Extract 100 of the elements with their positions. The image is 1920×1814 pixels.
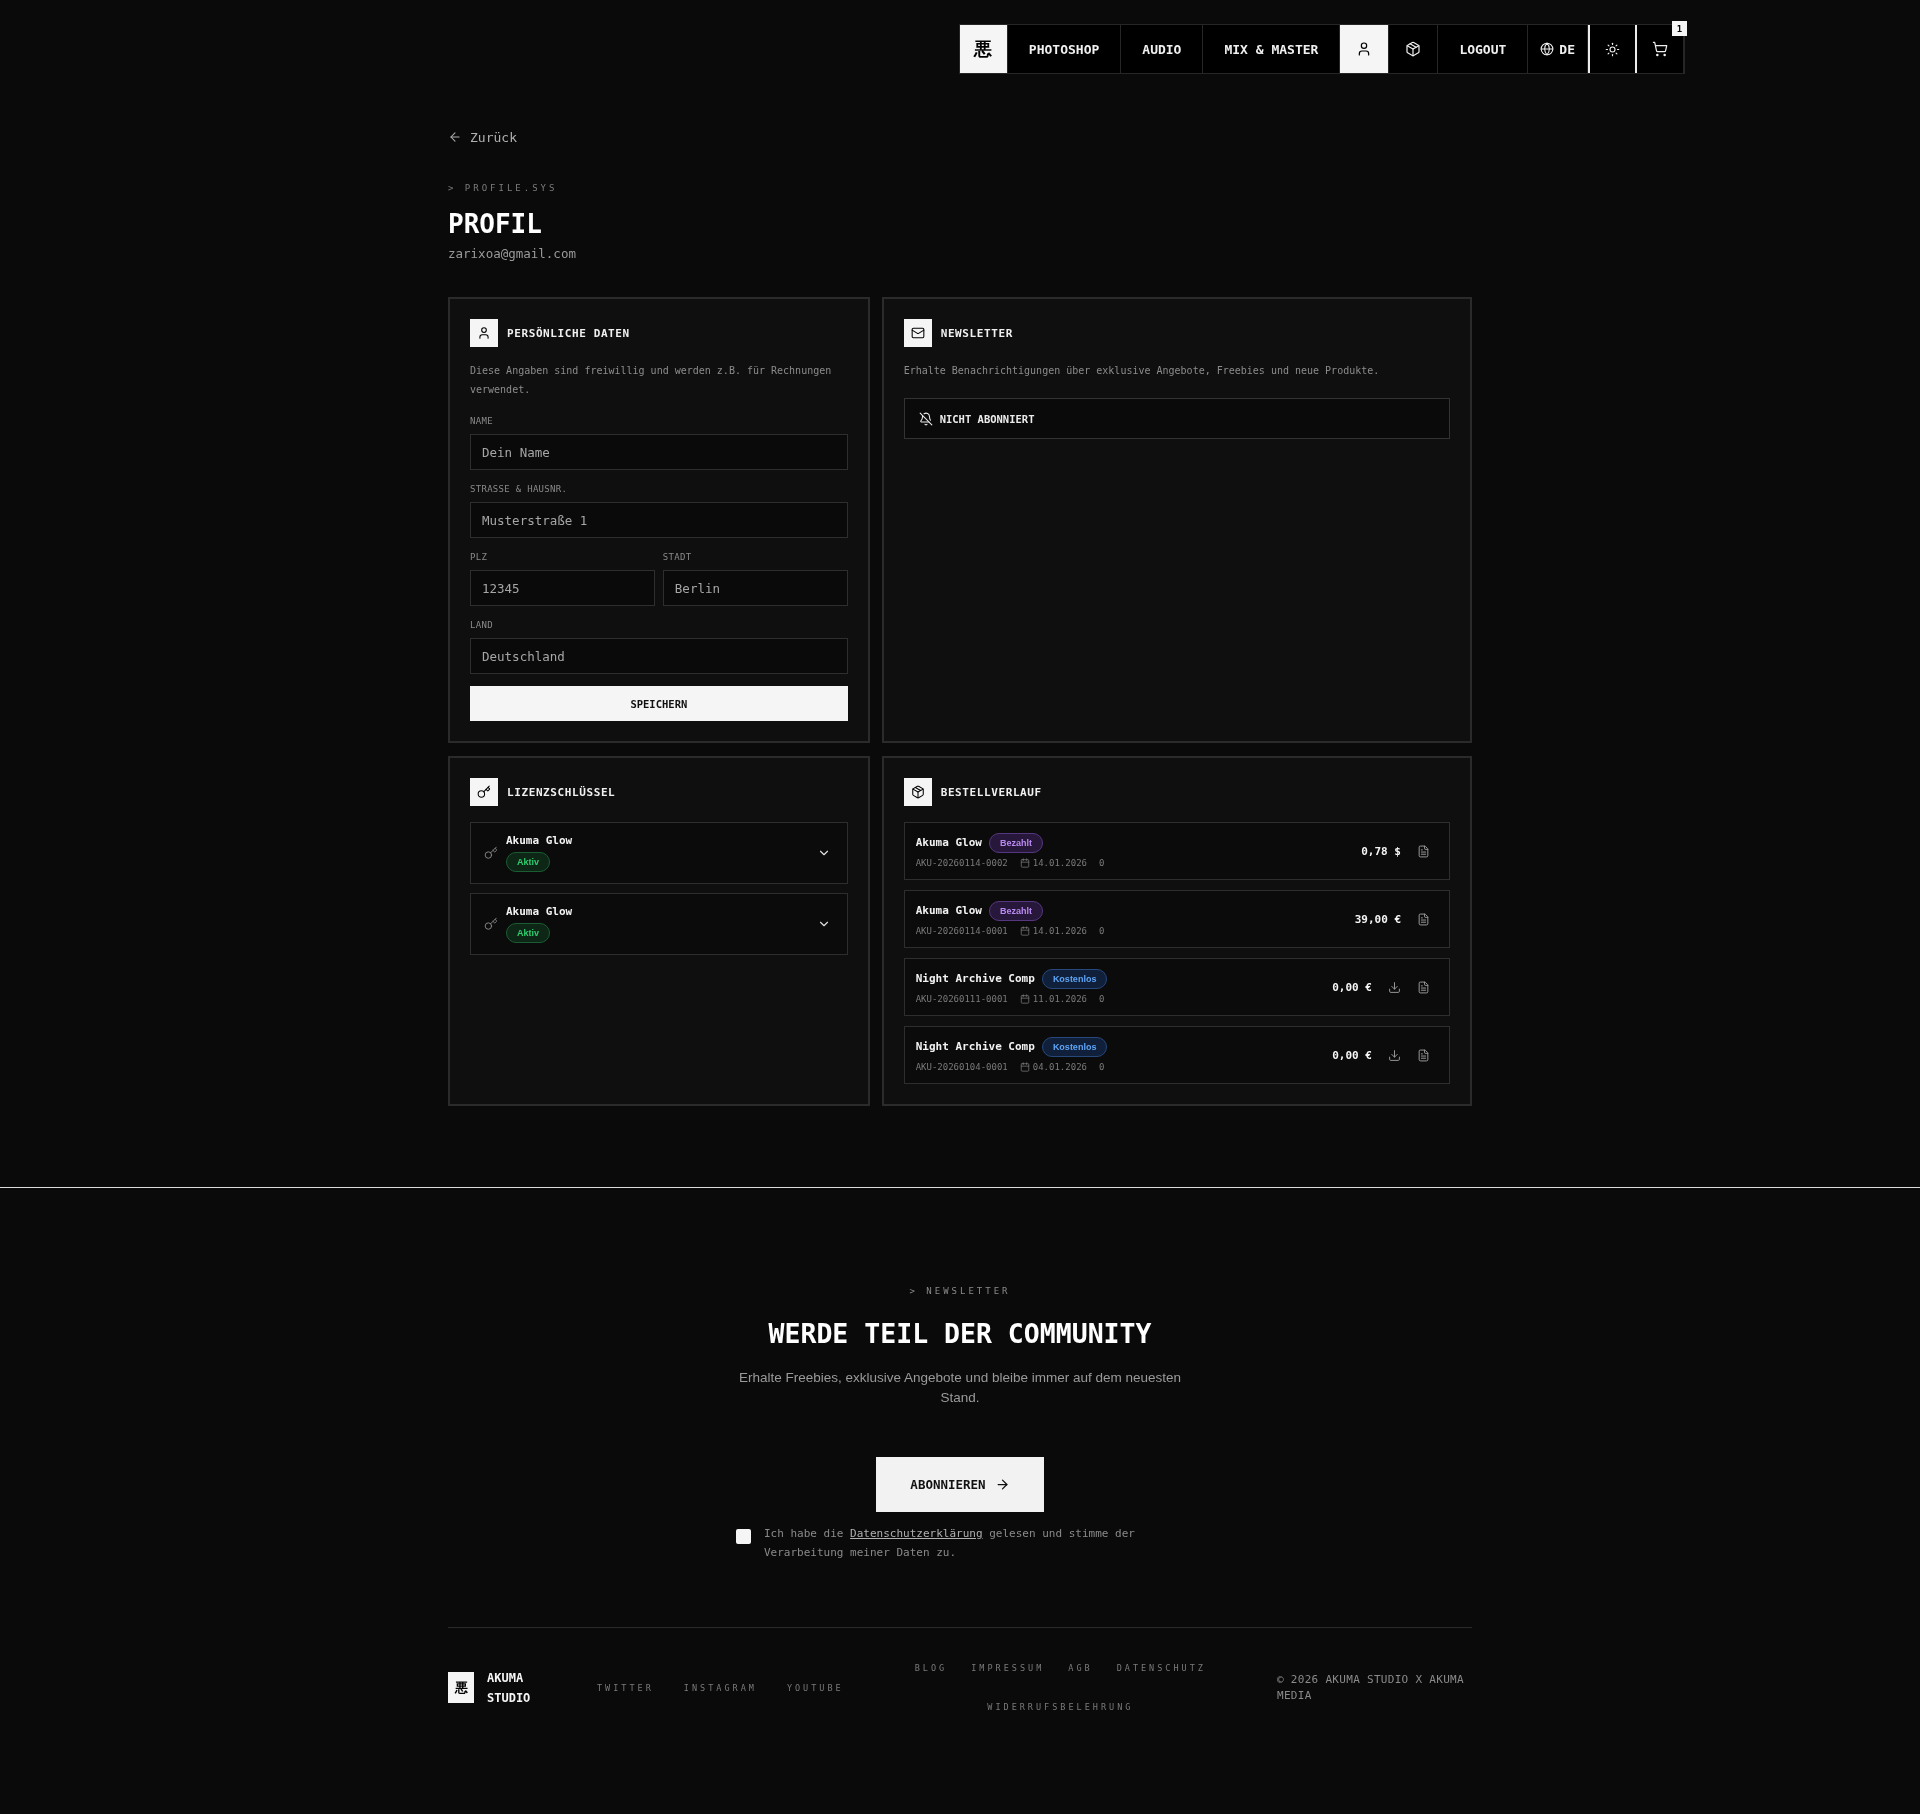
- document-icon[interactable]: [1417, 912, 1430, 926]
- nav-link[interactable]: PHOTOSHOP: [1007, 25, 1122, 73]
- legal-link[interactable]: DATENSCHUTZ: [1116, 1662, 1206, 1674]
- section-description: Erhalte Freebies, exklusive Angebote und bleibe immer auf dem neuesten Stand.: [738, 1369, 1182, 1407]
- order-price: 0,78 $: [1361, 844, 1401, 858]
- box-icon: [903, 778, 932, 806]
- text-input[interactable]: Musterstraße 1: [470, 502, 848, 538]
- card-description: Erhalte Benachrichtigungen über exklusive Angebote, Freebies und neue Produkte.: [903, 364, 1381, 378]
- legal-link[interactable]: BLOG: [914, 1662, 948, 1674]
- card-title: PERSÖNLICHE DATEN: [507, 326, 630, 340]
- product-name: Akuma Glow: [506, 905, 573, 919]
- status-badge: Bezahlt: [988, 901, 1043, 921]
- consent-text: Ich habe die Datenschutzerklärung gelesen und stimme der Verarbeitung meiner Daten zu.: [764, 1526, 1136, 1561]
- mail-icon: [903, 319, 932, 347]
- document-icon[interactable]: [1417, 844, 1430, 858]
- card-title: BESTELLVERLAUF: [940, 785, 1042, 799]
- card-title: NEWSLETTER: [940, 326, 1013, 340]
- calendar-icon: [1019, 926, 1030, 936]
- cart-count-badge: 1: [1672, 21, 1687, 36]
- nav-link[interactable]: AUDIO: [1121, 25, 1204, 73]
- key-icon: [484, 846, 498, 860]
- product-name: Night Archive Comp: [915, 972, 1035, 986]
- subscribe-button[interactable]: ABONNIEREN: [876, 1457, 1044, 1512]
- page-title: PROFIL: [448, 209, 543, 239]
- footer-logo[interactable]: 悪: [448, 1672, 474, 1703]
- subscription-toggle[interactable]: NICHT ABONNIERT: [903, 398, 1450, 439]
- nav-link[interactable]: LOGOUT: [1438, 25, 1529, 73]
- text-input[interactable]: Dein Name: [470, 434, 848, 470]
- legal-link[interactable]: WIDERRUFSBELEHRUNG: [987, 1701, 1134, 1713]
- item-count: 0: [1098, 1061, 1105, 1073]
- order-date: 11.01.2026: [1032, 993, 1087, 1005]
- account-button[interactable]: [1340, 25, 1390, 73]
- status-badge: Bezahlt: [988, 833, 1043, 853]
- text-input[interactable]: Deutschland: [470, 638, 848, 674]
- field-label: STADT: [662, 551, 693, 563]
- item-count: 0: [1098, 925, 1105, 937]
- back-link[interactable]: Zurück: [448, 128, 517, 146]
- section-kicker: > PROFILE.SYS: [448, 182, 559, 194]
- social-link[interactable]: YOUTUBE: [786, 1681, 844, 1694]
- license-item[interactable]: Akuma Glow Aktiv: [470, 822, 848, 884]
- field-label: NAME: [470, 415, 494, 427]
- language-button[interactable]: DE: [1528, 25, 1588, 73]
- section-title: WERDE TEIL DER COMMUNITY: [768, 1318, 1152, 1350]
- calendar-icon: [1019, 858, 1030, 868]
- product-name: Akuma Glow: [915, 904, 982, 918]
- order-number: AKU-20260104-0001: [915, 1061, 1008, 1073]
- cart-button[interactable]: 1: [1637, 25, 1684, 73]
- document-icon[interactable]: [1417, 1048, 1430, 1062]
- section-kicker: > NEWSLETTER: [909, 1285, 1011, 1297]
- legal-link[interactable]: AGB: [1068, 1662, 1093, 1674]
- status-badge: Aktiv: [506, 923, 550, 943]
- social-link[interactable]: INSTAGRAM: [683, 1681, 757, 1694]
- status-badge: Aktiv: [506, 852, 550, 872]
- order-price: 0,00 €: [1332, 980, 1372, 994]
- text-input[interactable]: 12345: [470, 570, 655, 606]
- text-input[interactable]: Berlin: [662, 570, 848, 606]
- user-icon: [470, 319, 498, 347]
- logo-link[interactable]: 悪: [959, 25, 1008, 73]
- sun-icon: [1605, 41, 1620, 57]
- calendar-icon: [1019, 1062, 1030, 1072]
- user-email: zarixoa@gmail.com: [448, 246, 577, 262]
- field-label: STRASSE & HAUSNR.: [470, 483, 569, 495]
- field-label: PLZ: [470, 551, 489, 563]
- copyright-text: © 2026 AKUMA STUDIO X AKUMA MEDIA: [1277, 1671, 1465, 1704]
- card-title: LIZENZSCHLÜSSEL: [507, 785, 616, 799]
- download-icon[interactable]: [1388, 980, 1401, 994]
- order-date: 14.01.2026: [1032, 857, 1087, 869]
- product-name: Akuma Glow: [915, 836, 982, 850]
- arrow-right-icon: [994, 1477, 1010, 1492]
- item-count: 0: [1098, 857, 1105, 869]
- product-name: Night Archive Comp: [915, 1040, 1035, 1054]
- download-icon[interactable]: [1388, 1048, 1401, 1062]
- product-name: Akuma Glow: [506, 834, 573, 848]
- order-price: 39,00 €: [1354, 912, 1401, 926]
- cart-icon: [1652, 41, 1668, 57]
- card-description: Diese Angaben sind freiwillig und werden z.B. für Rechnungen verwendet.: [470, 364, 833, 397]
- item-count: 0: [1098, 993, 1105, 1005]
- license-item[interactable]: Akuma Glow Aktiv: [470, 893, 848, 955]
- consent-checkbox[interactable]: [736, 1529, 751, 1544]
- order-date: 04.01.2026: [1032, 1061, 1087, 1073]
- social-link[interactable]: TWITTER: [597, 1681, 654, 1694]
- brand-name: AKUMA STUDIO: [487, 1669, 531, 1707]
- calendar-icon: [1019, 994, 1030, 1004]
- document-icon[interactable]: [1417, 980, 1430, 994]
- order-number: AKU-20260114-0001: [915, 925, 1008, 937]
- theme-toggle[interactable]: [1588, 25, 1637, 73]
- legal-link[interactable]: IMPRESSUM: [971, 1662, 1045, 1674]
- privacy-policy-link[interactable]: Datenschutzerklärung: [850, 1527, 983, 1540]
- key-icon: [484, 917, 498, 931]
- order-number: AKU-20260114-0002: [915, 857, 1008, 869]
- order-number: AKU-20260111-0001: [915, 993, 1008, 1005]
- box-icon: [1405, 41, 1422, 57]
- order-price: 0,00 €: [1332, 1048, 1372, 1062]
- field-label: LAND: [470, 619, 494, 631]
- save-button[interactable]: SPEICHERN: [470, 686, 848, 721]
- status-badge: Kostenlos: [1041, 1037, 1108, 1057]
- key-icon: [470, 778, 498, 806]
- bell-off-icon: [918, 411, 933, 426]
- status-badge: Kostenlos: [1041, 969, 1108, 989]
- order-date: 14.01.2026: [1032, 925, 1087, 937]
